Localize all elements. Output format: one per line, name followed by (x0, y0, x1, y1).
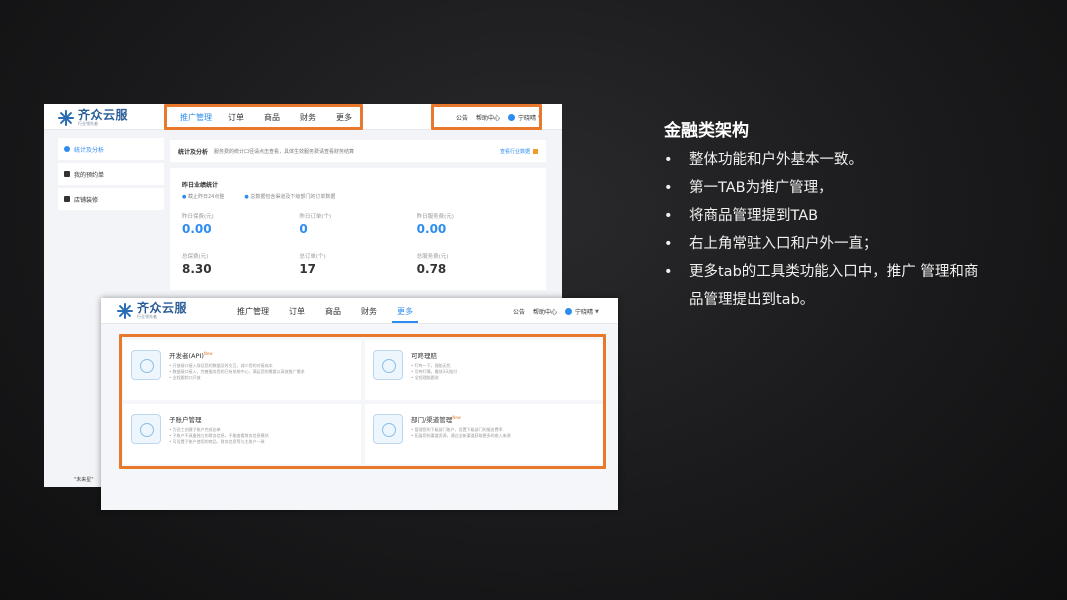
help-center-link[interactable]: 帮助中心 (533, 307, 557, 316)
sidebar-item-stats[interactable]: 统计及分析 (58, 138, 164, 160)
stat-yesterday-premium: 昨日保费(元) 0.00 (182, 212, 299, 240)
screenshot-more-page: 齐众云服 行业领先者 推广管理 订单 商品 财务 更多 公告 帮助中心 宁晓晴 … (101, 298, 618, 510)
sidebar-item-label: 我的预约单 (74, 171, 105, 179)
stat-yesterday-orders: 昨日订单(个) 0 (299, 212, 416, 240)
logo-name: 齐众云服 (137, 301, 188, 315)
stat-value: 8.30 (182, 262, 212, 276)
stats-notes: ● 截止昨日24点整 ● 总数据包含渠道及下级部门的订单数据 (182, 194, 336, 200)
checklist-icon (64, 171, 70, 177)
nav-tab-promotion[interactable]: 推广管理 (237, 306, 269, 317)
top-navbar: 齐众云服 行业领先者 推广管理 订单 商品 财务 更多 公告 帮助中心 宁晓晴 … (101, 298, 618, 324)
highlight-box-utilities (431, 104, 542, 130)
main-nav: 推广管理 订单 商品 财务 更多 (237, 306, 418, 323)
stat-total-service-fee: 总服务费(元) 0.78 (417, 252, 534, 280)
bullet-item: 右上角常驻入口和户外一直； (664, 230, 984, 258)
user-menu[interactable]: 宁晓晴 ▼ (565, 307, 599, 316)
sidebar-item-shop-decoration[interactable]: 店铺装修 (58, 188, 164, 210)
stats-icon (64, 146, 70, 152)
user-icon (565, 308, 573, 315)
slide: 齐众云服 行业领先者 推广管理 订单 商品 财务 更多 公告 帮助中心 宁晓晴 … (0, 0, 1067, 600)
banner-description: 服务费的统计口径请点击查看，具体生效服务费请查看财务结算 (214, 148, 355, 155)
stat-label: 总服务费(元) (416, 254, 449, 260)
logo-slogan: 行业领先者 (78, 121, 98, 126)
stats-note: 截止昨日24点整 (187, 194, 225, 200)
sidebar-footer-text: "未来星" (74, 477, 94, 483)
notice-link[interactable]: 公告 (513, 307, 525, 316)
stats-banner: 统计及分析 服务费的统计口径请点击查看，具体生效服务费请查看财务结算 查看行业数… (170, 140, 546, 162)
stat-value: 0 (299, 222, 308, 236)
bullet-list: 整体功能和户外基本一致。 第一TAB为推广管理， 将商品管理提到TAB 右上角常… (664, 146, 984, 314)
stats-title: 昨日业绩统计 (182, 182, 219, 189)
sidebar-item-label: 统计及分析 (74, 146, 105, 154)
nav-tab-products[interactable]: 商品 (325, 306, 341, 317)
nav-tab-orders[interactable]: 订单 (289, 306, 305, 317)
stat-total-orders: 总订单(个) 17 (299, 252, 416, 280)
stat-yesterday-service-fee: 昨日服务费(元) 0.00 (417, 212, 534, 240)
highlight-box-nav (164, 104, 363, 130)
stats-grid: 昨日保费(元) 0.00 昨日订单(个) 0 昨日服务费(元) 0.00 总保费… (182, 212, 534, 280)
stats-note: 总数据包含渠道及下级部门的订单数据 (250, 194, 336, 200)
logo-icon (58, 109, 74, 126)
stat-label: 昨日保费(元) (182, 214, 214, 220)
logo-icon (117, 302, 133, 319)
stat-value: 0.00 (416, 222, 447, 236)
stat-label: 总保费(元) (182, 254, 209, 260)
stat-value: 0.00 (182, 222, 212, 236)
industry-data-link[interactable]: 查看行业数据 (500, 148, 538, 155)
logo[interactable]: 齐众云服 行业领先者 (58, 109, 128, 126)
yesterday-stats-panel: 昨日业绩统计 ● 截止昨日24点整 ● 总数据包含渠道及下级部门的订单数据 昨日… (170, 168, 546, 290)
slide-title: 金融类架构 (664, 121, 749, 141)
stat-label: 昨日服务费(元) (416, 214, 454, 220)
nav-tab-finance[interactable]: 财务 (361, 306, 377, 317)
logo-slogan: 行业领先者 (137, 314, 157, 319)
sidebar-item-appointments[interactable]: 我的预约单 (58, 163, 164, 185)
user-name: 宁晓晴 (575, 309, 594, 316)
logo-name: 齐众云服 (78, 108, 129, 122)
stat-label: 昨日订单(个) (299, 214, 332, 220)
bullet-item: 第一TAB为推广管理， (664, 174, 984, 202)
bullet-item: 整体功能和户外基本一致。 (664, 146, 984, 174)
stat-label: 总订单(个) (299, 254, 326, 260)
industry-data-link-label: 查看行业数据 (499, 148, 530, 155)
stat-value: 0.78 (416, 262, 447, 276)
logo[interactable]: 齐众云服 行业领先者 (117, 302, 187, 319)
highlight-box-tools (119, 334, 606, 469)
stat-value: 17 (299, 262, 317, 276)
sidebar-item-label: 店铺装修 (74, 196, 99, 204)
bullet-item: 将商品管理提到TAB (664, 202, 984, 230)
bullet-item: 更多tab的工具类功能入口中，推广 管理和商品管理提出到tab。 (664, 258, 984, 314)
chevron-down-icon: ▼ (595, 308, 599, 315)
top-utilities: 公告 帮助中心 宁晓晴 ▼ (505, 307, 599, 316)
shop-icon (64, 196, 70, 202)
stat-total-premium: 总保费(元) 8.30 (182, 252, 299, 280)
nav-tab-more[interactable]: 更多 (392, 306, 418, 323)
sidebar: 统计及分析 我的预约单 店铺装修 (58, 138, 164, 213)
banner-title: 统计及分析 (178, 148, 209, 156)
external-link-icon (533, 148, 538, 154)
